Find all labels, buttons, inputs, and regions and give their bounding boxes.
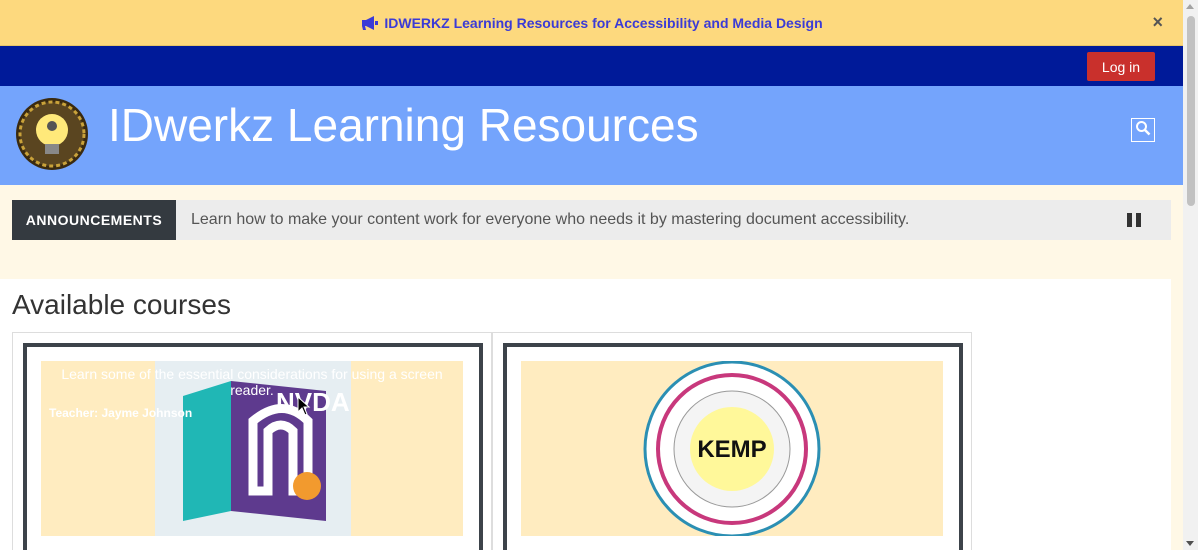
search-icon [1135,120,1151,141]
course-card[interactable]: NVDA Learn some of the essential conside… [12,332,492,550]
course-teacher[interactable]: Teacher: Jayme Johnson [49,406,192,420]
scroll-down-arrow-icon[interactable] [1186,541,1194,546]
course-card[interactable]: KEMP [492,332,972,550]
site-header: IDwerkz Learning Resources [0,86,1183,185]
card-frame: KEMP [503,343,963,550]
card-frame: NVDA Learn some of the essential conside… [23,343,483,550]
pause-icon-bar [1136,213,1141,227]
page-scrollbar[interactable] [1183,0,1198,550]
search-button[interactable] [1131,118,1155,142]
kemp-model-image: KEMP [643,361,821,536]
site-logo[interactable] [14,96,90,172]
course-image[interactable]: NVDA Learn some of the essential conside… [41,361,463,536]
announcement-text[interactable]: Learn how to make your content work for … [191,211,909,229]
mouse-cursor-icon [297,395,311,421]
scroll-up-arrow-icon[interactable] [1186,4,1194,9]
announcements-label: ANNOUNCEMENTS [12,200,176,240]
close-icon[interactable]: × [1152,12,1163,33]
notice-text: IDWERKZ Learning Resources for Accessibi… [384,14,823,31]
login-button[interactable]: Log in [1087,52,1155,81]
course-summary: Learn some of the essential consideratio… [61,366,443,398]
top-navbar: Log in [0,46,1183,86]
main-content: Available courses NVDA Learn some of the… [0,279,1171,550]
available-courses-heading: Available courses [12,289,231,320]
megaphone-icon [360,15,380,31]
announcements-ticker: ANNOUNCEMENTS Learn how to make your con… [12,200,1171,240]
image-label: KEMP [697,436,766,463]
site-notice-bar: IDWERKZ Learning Resources for Accessibi… [0,0,1183,46]
scroll-thumb[interactable] [1187,16,1195,206]
site-title[interactable]: IDwerkz Learning Resources [108,98,699,152]
course-image[interactable]: KEMP [521,361,943,536]
pause-button[interactable] [1127,213,1141,227]
pause-icon-bar [1127,213,1132,227]
